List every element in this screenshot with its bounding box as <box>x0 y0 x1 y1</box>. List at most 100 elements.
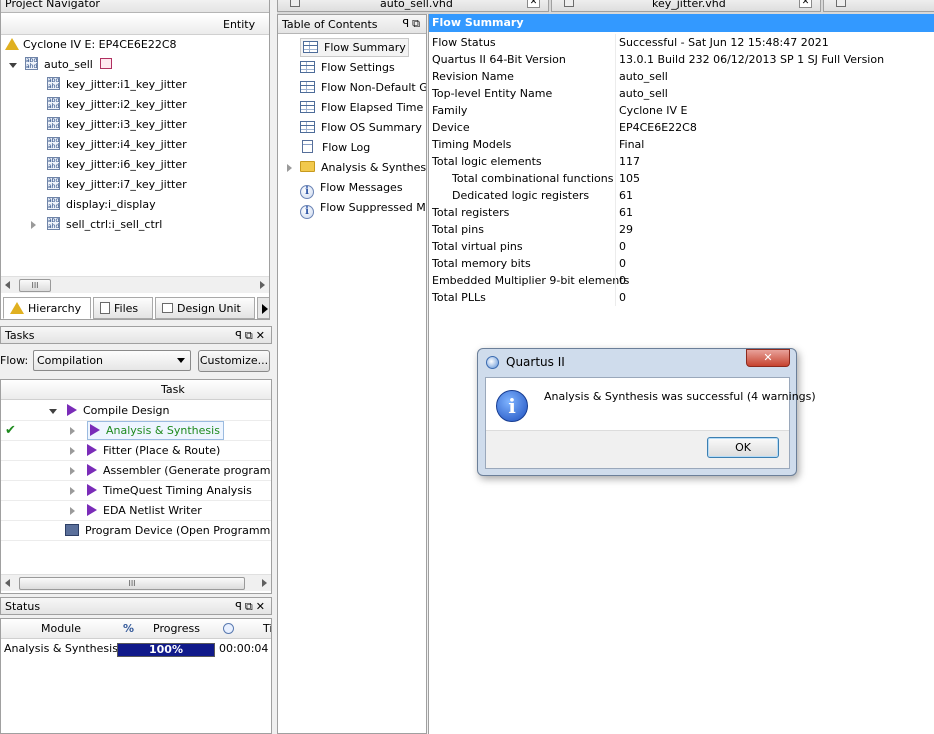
expand-arrow-icon[interactable] <box>70 447 75 455</box>
summary-key: Dedicated logic registers <box>452 189 590 202</box>
toc-panel-controls-icon[interactable]: ꟼ⧉ <box>403 15 424 32</box>
tree-root-auto-sell[interactable]: abd ahd auto_sell <box>9 55 113 75</box>
navigator-horizontal-scrollbar[interactable]: III <box>1 276 269 293</box>
expand-arrow-icon[interactable] <box>31 221 36 229</box>
summary-value: 13.0.1 Build 232 06/12/2013 SP 1 SJ Full… <box>619 53 885 66</box>
flow-summary-row[interactable]: Total registers 61 <box>429 204 929 221</box>
task-row[interactable]: EDA Netlist Writer <box>1 501 271 521</box>
summary-value: 0 <box>619 291 626 304</box>
programmer-icon <box>65 524 79 536</box>
expand-arrow-icon[interactable] <box>70 487 75 495</box>
entity-column-header[interactable]: Entity <box>1 15 269 35</box>
table-icon <box>300 121 315 133</box>
flow-summary-row[interactable]: Total logic elements 117 <box>429 153 929 170</box>
run-task-icon[interactable] <box>87 464 97 476</box>
tasks-scroll-right-icon[interactable] <box>262 579 267 587</box>
tree-item[interactable]: abd ahd key_jitter:i1_key_jitter <box>29 75 187 95</box>
flow-summary-row[interactable]: Quartus II 64-Bit Version 13.0.1 Build 23… <box>429 51 929 68</box>
expand-arrow-icon[interactable] <box>70 507 75 515</box>
collapse-arrow-icon[interactable] <box>49 409 57 414</box>
tab-key-jitter-vhd[interactable]: key_jitter.vhd ✕ <box>551 0 821 12</box>
task-row[interactable]: ✔ Analysis & Synthesis <box>1 421 271 441</box>
vhd-file-icon <box>290 0 300 7</box>
table-icon <box>300 61 315 73</box>
expand-arrow-icon[interactable] <box>70 427 75 435</box>
tasks-horizontal-scrollbar[interactable]: III <box>1 574 271 591</box>
flow-summary-row[interactable]: Revision Name auto_sell <box>429 68 929 85</box>
tree-item[interactable]: abd ahd key_jitter:i4_key_jitter <box>29 135 187 155</box>
tab-files[interactable]: Files <box>93 297 153 319</box>
summary-key: Total pins <box>432 223 484 236</box>
summary-value: auto_sell <box>619 87 668 100</box>
run-task-icon[interactable] <box>90 424 100 436</box>
summary-key: Quartus II 64-Bit Version <box>432 53 566 66</box>
flow-summary-row[interactable]: Total pins 29 <box>429 221 929 238</box>
tasks-scrollbar-thumb[interactable]: III <box>19 577 245 590</box>
scroll-right-arrow-icon[interactable] <box>260 281 265 289</box>
run-task-icon[interactable] <box>87 504 97 516</box>
expand-arrow-icon[interactable] <box>70 467 75 475</box>
flow-summary-row[interactable]: Total combinational functions 105 <box>429 170 929 187</box>
panel-controls-icon[interactable]: ꟼ⧉✕ <box>235 327 268 344</box>
flow-select[interactable]: Compilation <box>33 350 191 371</box>
tabs-scroll-right-icon[interactable] <box>257 297 269 319</box>
quartus-dialog: Quartus II ✕ i Analysis & Synthesis was … <box>477 348 816 476</box>
tab-auto-sell-vhd[interactable]: auto_sell.vhd ✕ <box>277 0 549 12</box>
summary-value: 61 <box>619 189 633 202</box>
run-task-icon[interactable] <box>87 484 97 496</box>
status-row[interactable]: Analysis & Synthesis <box>4 639 118 659</box>
status-panel-controls-icon[interactable]: ꟼ⧉✕ <box>235 598 268 615</box>
log-icon <box>302 140 313 153</box>
tree-item[interactable]: abd ahd sell_ctrl:i_sell_ctrl <box>29 215 162 235</box>
task-row[interactable]: Program Device (Open Programmer) <box>1 521 271 541</box>
close-tab-icon-2[interactable]: ✕ <box>799 0 812 8</box>
run-task-icon[interactable] <box>67 404 77 416</box>
flow-summary-row[interactable]: Timing Models Final <box>429 136 929 153</box>
task-column-header[interactable]: Task <box>1 380 271 400</box>
task-row[interactable]: TimeQuest Timing Analysis <box>1 481 271 501</box>
summary-key: Total registers <box>432 206 510 219</box>
flow-summary-row[interactable]: Family Cyclone IV E <box>429 102 929 119</box>
run-task-icon[interactable] <box>87 444 97 456</box>
flow-summary-row[interactable]: Total memory bits 0 <box>429 255 929 272</box>
device-row[interactable]: Cyclone IV E: EP4CE6E22C8 <box>5 35 177 55</box>
close-tab-icon[interactable]: ✕ <box>527 0 540 8</box>
flow-summary-row[interactable]: Embedded Multiplier 9-bit elements 0 <box>429 272 929 289</box>
expand-arrow-icon[interactable] <box>9 63 17 68</box>
tree-item[interactable]: abd ahd key_jitter:i2_key_jitter <box>29 95 187 115</box>
flow-summary-row[interactable]: Dedicated logic registers 61 <box>429 187 929 204</box>
project-navigator-panel: Project Navigator Entity Cyclone IV E: E… <box>0 0 270 320</box>
dialog-close-button[interactable]: ✕ <box>746 349 790 367</box>
entity-icon: abd ahd <box>47 157 60 170</box>
flow-summary-row[interactable]: Flow Status Successful - Sat Jun 12 15:48… <box>429 34 929 51</box>
tasks-scroll-left-icon[interactable] <box>5 579 10 587</box>
summary-value: Cyclone IV E <box>619 104 688 117</box>
tree-item[interactable]: abd ahd key_jitter:i3_key_jitter <box>29 115 187 135</box>
customize-button[interactable]: Customize... <box>198 350 270 372</box>
entity-icon: abd ahd <box>47 177 60 190</box>
tree-item[interactable]: abd ahd key_jitter:i6_key_jitter <box>29 155 187 175</box>
ok-button[interactable]: OK <box>707 437 779 458</box>
files-icon <box>100 302 110 314</box>
flow-summary-title-bar: Flow Summary <box>429 14 934 32</box>
tab-design-units[interactable]: Design Unit <box>155 297 255 319</box>
task-row[interactable]: Assembler (Generate programming <box>1 461 271 481</box>
tab-overflow[interactable] <box>823 0 934 12</box>
progress-bar: 100% <box>117 643 215 657</box>
tree-item[interactable]: abd ahd key_jitter:i7_key_jitter <box>29 175 187 195</box>
tree-item[interactable]: abd ahd display:i_display <box>29 195 156 215</box>
flow-summary-row[interactable]: Top-level Entity Name auto_sell <box>429 85 929 102</box>
scrollbar-thumb[interactable]: III <box>19 279 51 292</box>
task-row[interactable]: Compile Design <box>1 401 271 421</box>
flow-summary-row[interactable]: Total virtual pins 0 <box>429 238 929 255</box>
flow-summary-row[interactable]: Device EP4CE6E22C8 <box>429 119 929 136</box>
success-check-icon: ✔ <box>5 423 16 438</box>
scroll-left-arrow-icon[interactable] <box>5 281 10 289</box>
tab-hierarchy[interactable]: Hierarchy <box>3 297 91 319</box>
flow-summary-row[interactable]: Total PLLs 0 <box>429 289 929 306</box>
task-row[interactable]: Fitter (Place & Route) <box>1 441 271 461</box>
info-icon: i <box>300 205 314 219</box>
summary-key: Total PLLs <box>432 291 486 304</box>
expand-arrow-icon[interactable] <box>287 164 292 172</box>
dialog-title-bar[interactable]: Quartus II ✕ <box>478 349 796 375</box>
